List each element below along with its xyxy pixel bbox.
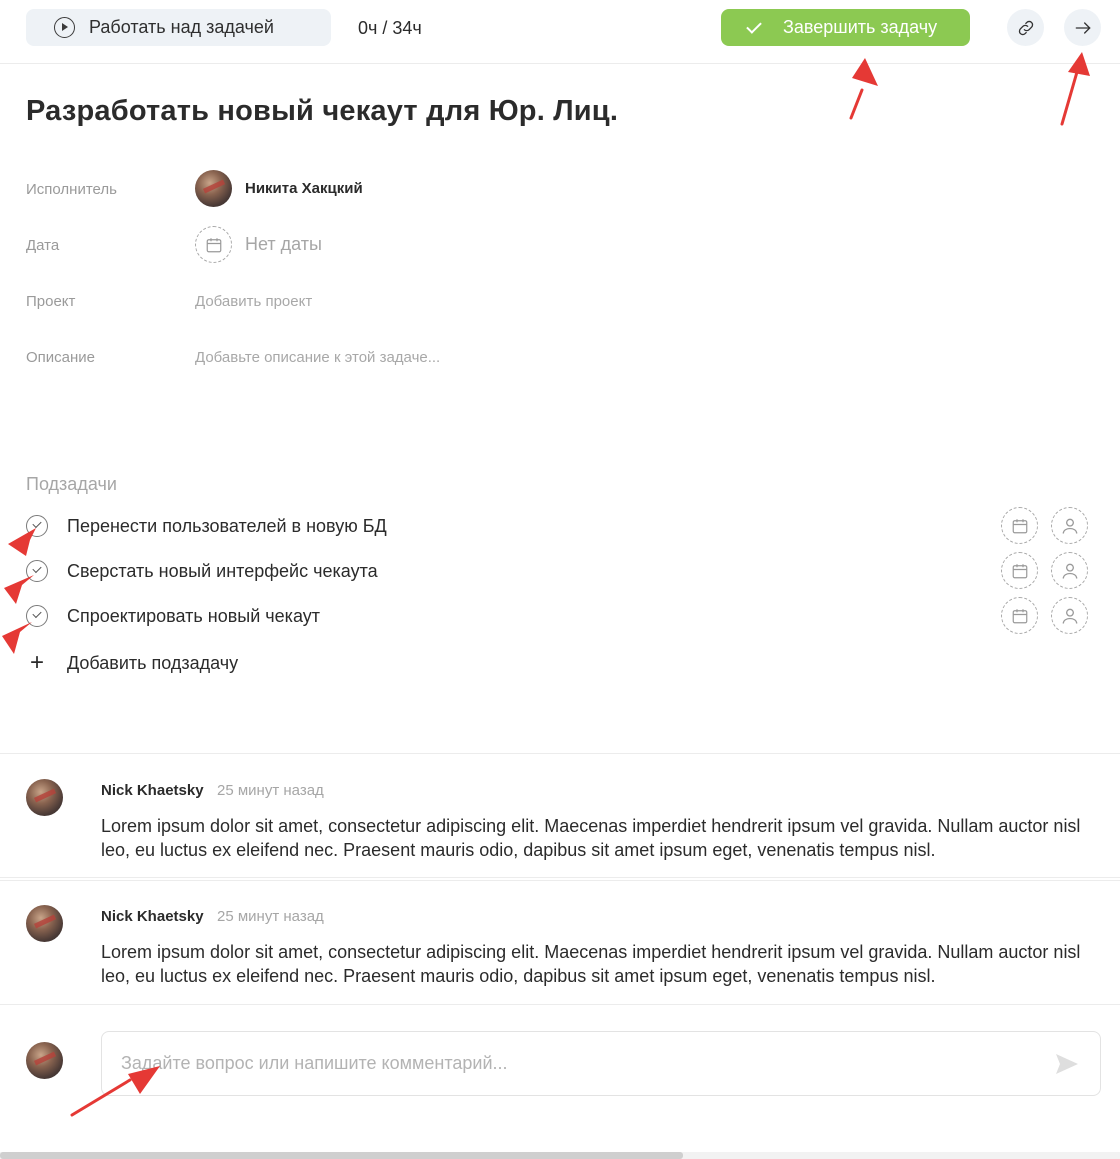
complete-task-button[interactable]: Завершить задачу (721, 9, 970, 46)
annotation-arrow (1060, 70, 1079, 126)
assignee-field[interactable]: Никита Хакцкий (195, 170, 363, 207)
subtask-date-button[interactable] (1001, 552, 1038, 589)
send-icon (1056, 1054, 1078, 1074)
link-icon (1018, 20, 1033, 35)
user-icon (1062, 608, 1077, 624)
comment-input[interactable] (101, 1031, 1101, 1096)
task-title[interactable]: Разработать новый чекаут для Юр. Лиц. (26, 95, 618, 128)
subtask-date-button[interactable] (1001, 507, 1038, 544)
comment-divider (0, 880, 1120, 881)
subtask-checkbox[interactable] (26, 515, 48, 537)
subtask-assignee-button[interactable] (1051, 552, 1088, 589)
work-on-task-button[interactable]: Работать над задачей (26, 9, 331, 46)
plus-icon: + (29, 649, 44, 676)
avatar[interactable] (26, 779, 63, 816)
subtask-assignee-button[interactable] (1051, 597, 1088, 634)
send-button[interactable] (1054, 1052, 1080, 1076)
subtask-date-button[interactable] (1001, 597, 1038, 634)
play-circle-icon (54, 17, 75, 38)
comment-time: 25 минут назад (217, 782, 324, 799)
subtask-checkbox[interactable] (26, 605, 48, 627)
subtask-item[interactable]: Спроектировать новый чекаут (26, 596, 1096, 636)
add-subtask-button[interactable]: + Добавить подзадачу (26, 649, 239, 676)
subtask-item[interactable]: Перенести пользователей в новую БД (26, 506, 1096, 546)
comments-divider (0, 753, 1120, 754)
comment-divider (0, 1004, 1120, 1005)
task-toolbar: Работать над задачей 0ч / 34ч Завершить … (0, 0, 1120, 64)
subtask-checkbox[interactable] (26, 560, 48, 582)
subtask-label[interactable]: Сверстать новый интерфейс чекаута (67, 561, 378, 582)
scrollbar-thumb[interactable] (0, 1152, 684, 1159)
work-on-task-label: Работать над задачей (89, 17, 274, 37)
description-field[interactable]: Добавьте описание к этой задаче... (195, 349, 440, 366)
calendar-icon (1012, 563, 1027, 578)
subtask-item[interactable]: Сверстать новый интерфейс чекаута (26, 551, 1096, 591)
calendar-icon (206, 237, 221, 252)
complete-task-label: Завершить задачу (783, 17, 938, 37)
avatar[interactable] (26, 905, 63, 942)
assignee-name: Никита Хакцкий (245, 180, 363, 197)
date-picker-button[interactable] (195, 226, 232, 263)
add-project-link[interactable]: Добавить проект (195, 293, 312, 310)
arrow-right-icon (1075, 21, 1091, 34)
comment-author[interactable]: Nick Khaetsky (101, 782, 204, 799)
subtask-assignee-button[interactable] (1051, 507, 1088, 544)
checkmark-icon (746, 17, 762, 34)
avatar (195, 170, 232, 207)
user-icon (1062, 563, 1077, 579)
date-value: Нет даты (245, 234, 322, 254)
project-label: Проект (26, 293, 76, 310)
subtask-label[interactable]: Спроектировать новый чекаут (67, 606, 320, 627)
comment-divider (0, 877, 1120, 878)
comment-time: 25 минут назад (217, 908, 324, 925)
description-label: Описание (26, 349, 96, 366)
user-icon (1062, 518, 1077, 534)
horizontal-scrollbar[interactable] (0, 1152, 1120, 1159)
subtasks-title: Подзадачи (26, 474, 117, 494)
add-subtask-label: Добавить подзадачу (67, 652, 239, 673)
date-label: Дата (26, 237, 60, 254)
subtask-label[interactable]: Перенести пользователей в новую БД (67, 516, 387, 537)
calendar-icon (1012, 518, 1027, 533)
copy-link-button[interactable] (1007, 9, 1044, 46)
assignee-label: Исполнитель (26, 181, 117, 198)
time-tracker: 0ч / 34ч (358, 18, 422, 38)
annotation-arrow (849, 88, 864, 120)
avatar (26, 1042, 63, 1079)
calendar-icon (1012, 608, 1027, 623)
comment-text: Lorem ipsum dolor sit amet, consectetur … (101, 816, 1081, 860)
comment-author[interactable]: Nick Khaetsky (101, 908, 204, 925)
comment-text: Lorem ipsum dolor sit amet, consectetur … (101, 942, 1081, 986)
date-field[interactable]: Нет даты (195, 226, 322, 263)
next-task-button[interactable] (1064, 9, 1101, 46)
